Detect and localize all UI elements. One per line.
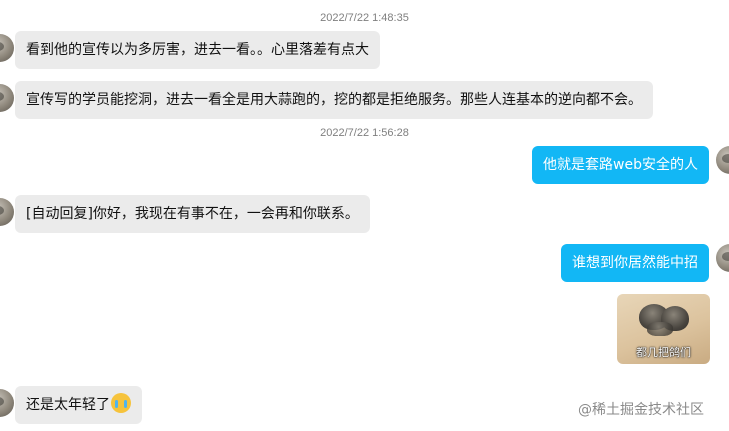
received-message[interactable]: 还是太年轻了	[15, 386, 142, 424]
sent-message[interactable]: 他就是套路web安全的人	[532, 146, 709, 184]
pigeons-sticker[interactable]: 都几把鸽们	[617, 294, 710, 364]
contact-avatar[interactable]	[0, 84, 14, 112]
sticker-caption: 都几把鸽们	[636, 346, 691, 359]
message-text: 还是太年轻了	[26, 397, 110, 413]
self-avatar[interactable]	[716, 244, 729, 272]
pigeon-figure	[647, 322, 673, 336]
timestamp: 2022/7/22 1:56:28	[320, 127, 409, 139]
received-message[interactable]: 宣传写的学员能挖洞，进去一看全是用大蒜跑的，挖的都是拒绝服务。那些人连基本的逆向…	[15, 81, 653, 119]
timestamp: 2022/7/22 1:48:35	[320, 12, 409, 24]
auto-reply-message[interactable]: [自动回复]你好，我现在有事不在，一会再和你联系。	[15, 195, 370, 233]
received-message[interactable]: 看到他的宣传以为多厉害，进去一看。。心里落差有点大	[15, 31, 380, 69]
contact-avatar[interactable]	[0, 389, 14, 417]
self-avatar[interactable]	[716, 146, 729, 174]
contact-avatar[interactable]	[0, 34, 14, 62]
contact-avatar[interactable]	[0, 198, 14, 226]
crying-face-emoji-icon	[111, 393, 131, 413]
sent-message[interactable]: 谁想到你居然能中招	[561, 244, 709, 282]
watermark: @稀土掘金技术社区	[578, 402, 704, 418]
